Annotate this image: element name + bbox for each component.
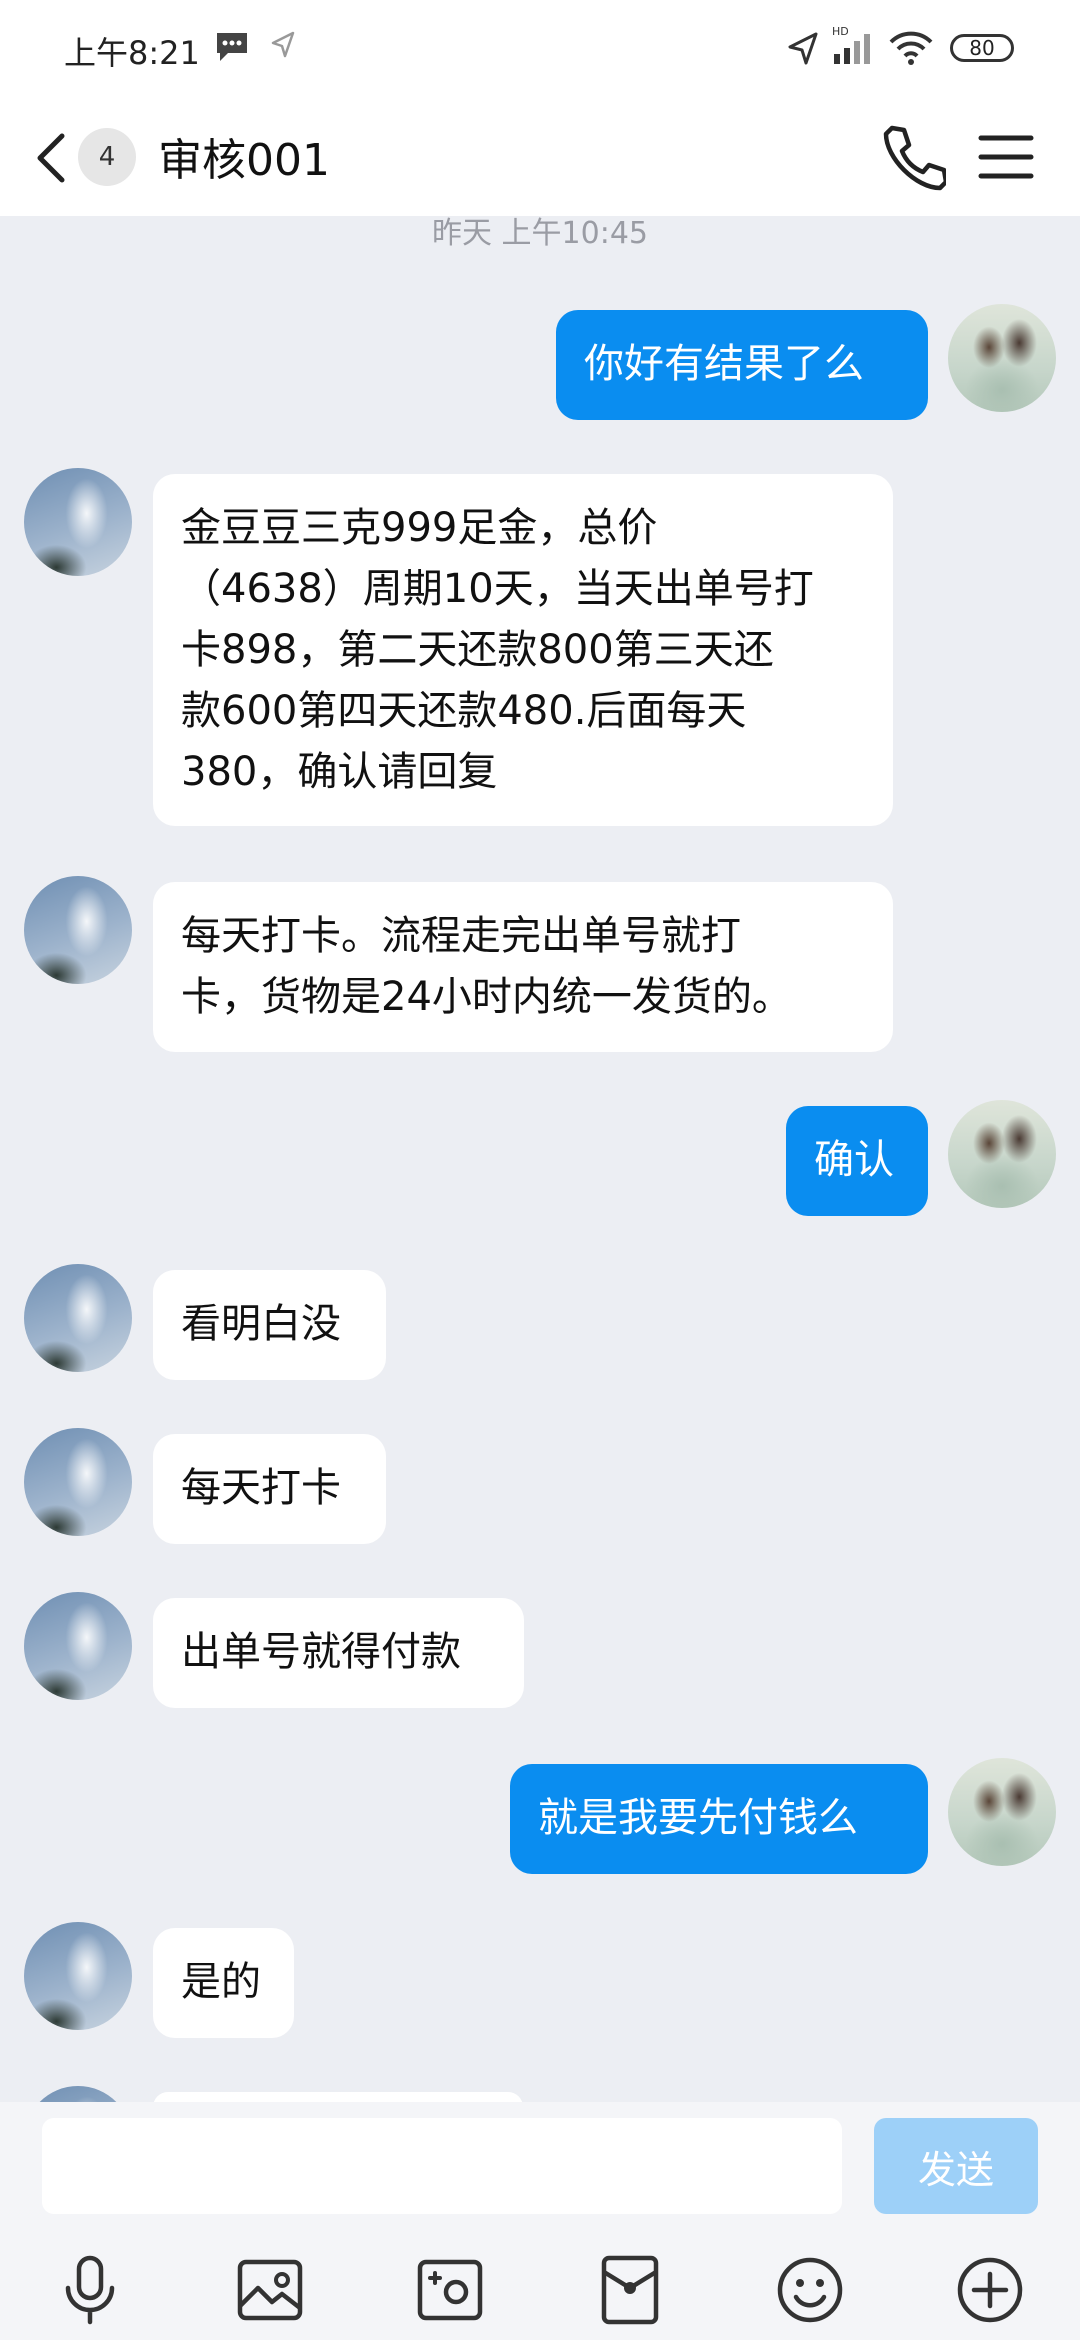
message-bubble[interactable]: 是的 [153,1928,294,2038]
location-icon [270,30,296,64]
message-bubble[interactable]: 每天打卡。流程走完出单号就打 卡，货物是24小时内统一发货的。 [153,882,893,1052]
chevron-left-icon [37,133,65,183]
unread-count-badge: 4 [78,128,136,186]
message-bubble[interactable]: 确认 [786,1106,928,1216]
camera-icon[interactable] [412,2252,488,2328]
avatar[interactable] [24,468,132,576]
network-type-label: HD [832,25,849,38]
status-bar: 上午8:21 HD 80 [0,0,1080,100]
more-menu-button[interactable] [975,124,1037,190]
hamburger-menu-icon [978,135,1034,179]
microphone-icon[interactable] [52,2252,128,2328]
avatar[interactable] [24,1922,132,2030]
avatar[interactable] [24,1428,132,1536]
chat-title: 审核001 [158,135,330,186]
message-bubble[interactable]: 就是我要先付钱么 [510,1764,928,1874]
status-time: 上午8:21 [64,34,200,72]
input-bar: 发送 [0,2102,1080,2340]
location-arrow-icon [786,30,820,70]
message-notification-icon [214,30,250,68]
message-bubble[interactable]: 你好有结果了么 [556,310,928,420]
signal-icon: HD [832,24,876,70]
message-input[interactable] [42,2118,842,2214]
message-timestamp: 昨天 上午10:45 [432,216,648,251]
message-bubble[interactable]: 出单号就得付款 [153,1598,524,1708]
avatar[interactable] [24,876,132,984]
avatar[interactable] [948,1758,1056,1866]
message-bubble[interactable]: 金豆豆三克999足金，总价 （4638）周期10天，当天出单号打 卡898，第二… [153,474,893,826]
emoji-icon[interactable] [772,2252,848,2328]
phone-icon [883,125,949,191]
battery-indicator: 80 [950,34,1014,62]
wifi-icon [888,30,934,70]
chat-header: 4 审核001 [0,100,1080,216]
red-packet-icon[interactable] [592,2252,668,2328]
message-bubble[interactable]: 每天打卡 [153,1434,386,1544]
avatar[interactable] [24,1264,132,1372]
avatar[interactable] [948,304,1056,412]
plus-icon[interactable] [952,2252,1028,2328]
call-button[interactable] [878,120,949,194]
avatar[interactable] [24,1592,132,1700]
message-bubble[interactable]: 看明白没 [153,1270,386,1380]
send-button[interactable]: 发送 [874,2118,1038,2214]
avatar[interactable] [948,1100,1056,1208]
image-icon[interactable] [232,2252,308,2328]
